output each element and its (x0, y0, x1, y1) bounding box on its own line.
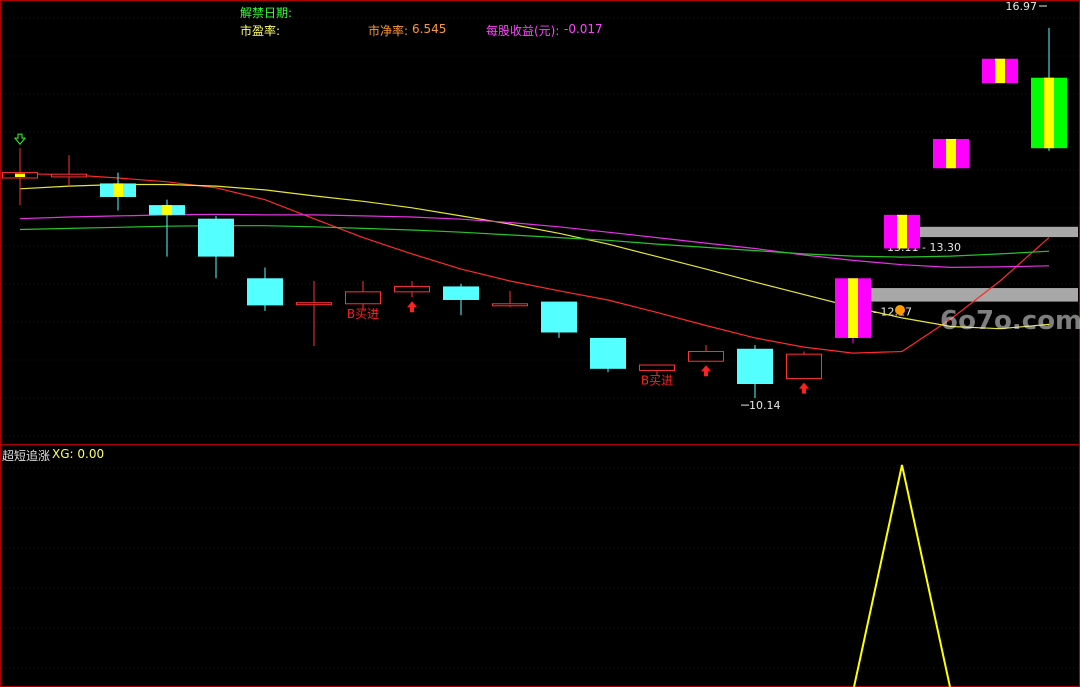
indicator-series-label: XG: 0.00 (52, 447, 105, 461)
price-gridlines (1, 17, 1079, 669)
candlestick-chart[interactable]: 11.92 - 12.1713.11 - 13.30 B买进 B买进 10.14 16… (0, 0, 1080, 687)
watermark: 6o7o.com (940, 306, 1080, 336)
gap-zones: 11.92 - 12.1713.11 - 13.30 (836, 226, 1078, 319)
candle-6[interactable] (247, 267, 283, 311)
candle-20[interactable] (933, 138, 969, 169)
candle-body (590, 337, 626, 369)
candle-body (639, 364, 675, 371)
indicator-panel (853, 464, 951, 687)
candle-body (688, 350, 724, 362)
candle-body (786, 353, 822, 380)
low-price-label: 10.14 (749, 399, 781, 412)
candle-2[interactable] (51, 155, 87, 187)
candle-1[interactable] (2, 148, 38, 206)
buy-arrow-icon (407, 301, 417, 313)
candle-9[interactable] (394, 281, 430, 298)
candle-22[interactable] (1031, 27, 1067, 151)
candle-marker (1044, 77, 1054, 149)
candle-marker (848, 278, 858, 338)
candle-body (51, 173, 87, 178)
candle-17[interactable] (786, 351, 822, 380)
candle-7[interactable] (296, 281, 332, 347)
candle-13[interactable] (590, 337, 626, 373)
eps-value: -0.017 (564, 22, 603, 36)
xg-signal-line (853, 464, 951, 687)
candle-body (492, 303, 528, 307)
gap-zone-1 (836, 288, 1078, 302)
pb-label: 市净率: (368, 24, 409, 38)
candle-11[interactable] (492, 290, 528, 308)
moving-averages (19, 173, 1050, 354)
candle-marker (995, 58, 1005, 84)
candle-body (737, 348, 773, 384)
candle-5[interactable] (198, 215, 234, 279)
pe-label: 市盈率: (240, 24, 281, 38)
candle-marker (897, 214, 907, 249)
candle-16[interactable] (737, 344, 773, 399)
buy-arrow-icon (799, 382, 809, 394)
candle-body (541, 301, 577, 333)
unlock-date-label: 解禁日期: (240, 6, 293, 20)
candle-21[interactable] (982, 58, 1018, 84)
candle-marker (946, 138, 956, 169)
candle-18[interactable] (835, 278, 871, 344)
outer-border (0, 0, 1080, 687)
buy-arrow-icon (701, 365, 711, 377)
candle-marker (15, 173, 25, 177)
candle-body (345, 291, 381, 305)
candle-body (247, 278, 283, 306)
eps-label: 每股收益(元): (486, 24, 560, 38)
buy-signal-text-2: B买进 (641, 373, 673, 387)
candle-12[interactable] (541, 301, 577, 338)
candles[interactable] (2, 27, 1068, 399)
indicator-name: 超短追涨 (2, 449, 51, 463)
candle-body (394, 285, 430, 293)
candle-body (198, 218, 234, 257)
ma-line-ma5 (19, 173, 1050, 354)
candle-marker (113, 183, 123, 197)
alert-dot-icon (895, 305, 905, 315)
candle-body (443, 286, 479, 300)
chart-frame (0, 0, 1080, 687)
candle-4[interactable] (149, 199, 185, 257)
pb-value: 6.545 (412, 22, 447, 36)
candle-19[interactable] (884, 214, 920, 249)
candle-15[interactable] (688, 344, 724, 362)
candle-body (296, 302, 332, 306)
high-price-label: 16.97 (1006, 0, 1038, 13)
buy-signal-text-1: B买进 (347, 307, 379, 321)
candle-10[interactable] (443, 283, 479, 316)
candle-marker (162, 205, 172, 215)
sell-arrow-icon (13, 133, 27, 145)
candle-3[interactable] (100, 172, 136, 211)
